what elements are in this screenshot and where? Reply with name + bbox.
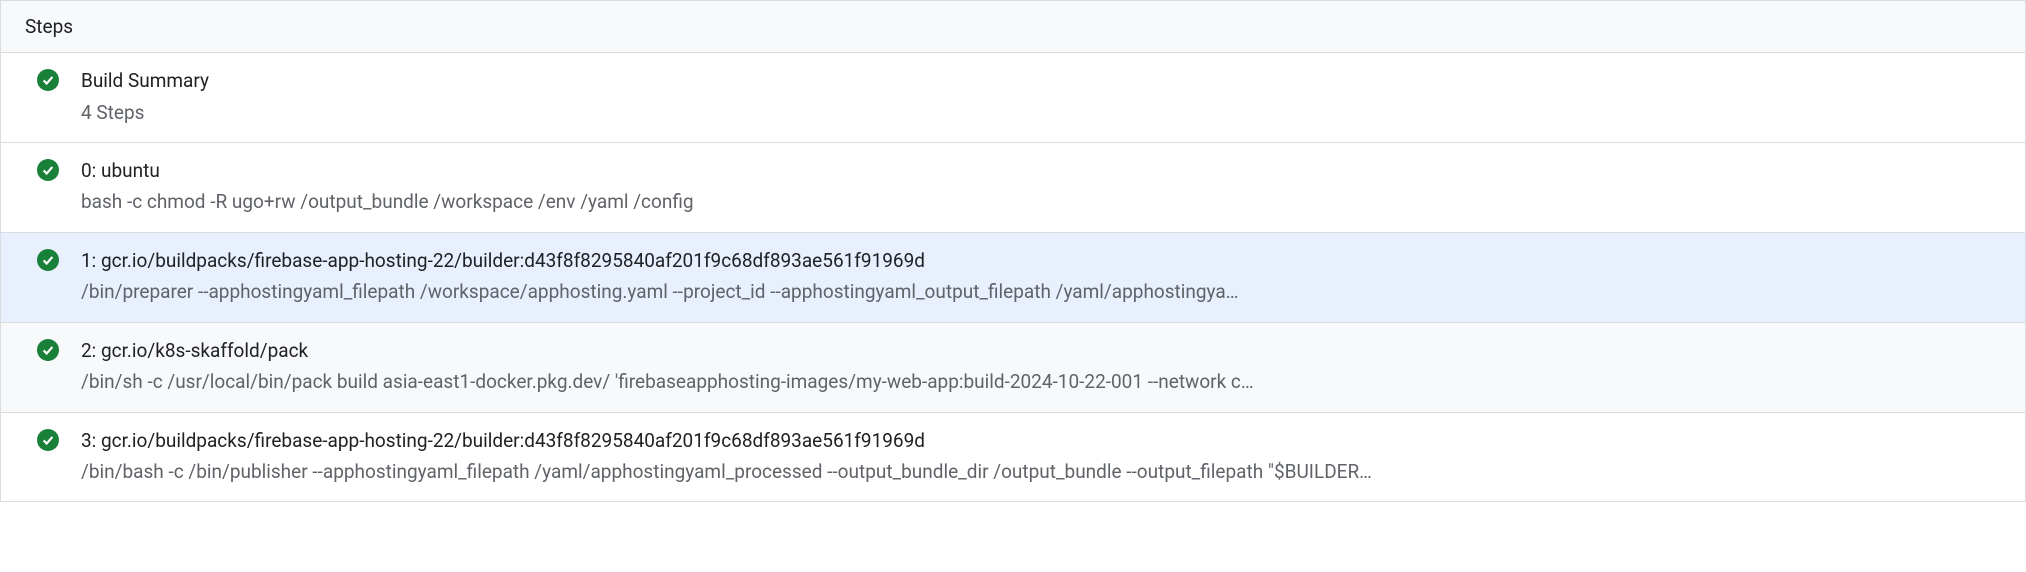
build-summary-row[interactable]: Build Summary 4 Steps (1, 53, 2025, 143)
status-col (37, 337, 81, 361)
status-col (37, 427, 81, 451)
step-title: 1: gcr.io/buildpacks/firebase-app-hostin… (81, 247, 2001, 276)
steps-header: Steps (1, 0, 2025, 53)
success-check-icon (37, 429, 59, 451)
status-col (37, 247, 81, 271)
steps-list: 0: ubuntubash -c chmod -R ugo+rw /output… (1, 143, 2025, 502)
step-title: 2: gcr.io/k8s-skaffold/pack (81, 337, 2001, 366)
steps-header-title: Steps (25, 15, 73, 38)
success-check-icon (37, 339, 59, 361)
step-content: 3: gcr.io/buildpacks/firebase-app-hostin… (81, 427, 2001, 488)
status-col (37, 157, 81, 181)
success-check-icon (37, 249, 59, 271)
step-command: /bin/bash -c /bin/publisher --apphosting… (81, 457, 2001, 487)
summary-title: Build Summary (81, 67, 2001, 96)
summary-content: Build Summary 4 Steps (81, 67, 2001, 128)
step-row-0[interactable]: 0: ubuntubash -c chmod -R ugo+rw /output… (1, 143, 2025, 233)
step-title: 0: ubuntu (81, 157, 2001, 186)
status-col (37, 67, 81, 91)
steps-panel: Steps Build Summary 4 Steps 0: ubuntubas… (0, 0, 2026, 502)
success-check-icon (37, 69, 59, 91)
step-row-3[interactable]: 3: gcr.io/buildpacks/firebase-app-hostin… (1, 413, 2025, 502)
summary-sub: 4 Steps (81, 98, 2001, 128)
success-check-icon (37, 159, 59, 181)
step-content: 2: gcr.io/k8s-skaffold/pack/bin/sh -c /u… (81, 337, 2001, 398)
step-content: 1: gcr.io/buildpacks/firebase-app-hostin… (81, 247, 2001, 308)
step-title: 3: gcr.io/buildpacks/firebase-app-hostin… (81, 427, 2001, 456)
step-row-1[interactable]: 1: gcr.io/buildpacks/firebase-app-hostin… (1, 233, 2025, 323)
step-row-2[interactable]: 2: gcr.io/k8s-skaffold/pack/bin/sh -c /u… (1, 323, 2025, 413)
step-command: bash -c chmod -R ugo+rw /output_bundle /… (81, 187, 2001, 217)
step-content: 0: ubuntubash -c chmod -R ugo+rw /output… (81, 157, 2001, 218)
step-command: /bin/sh -c /usr/local/bin/pack build asi… (81, 367, 2001, 397)
step-command: /bin/preparer --apphostingyaml_filepath … (81, 277, 2001, 307)
